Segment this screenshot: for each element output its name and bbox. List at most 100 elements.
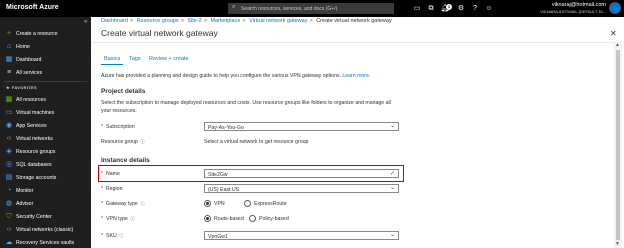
sidebar-item-advisor[interactable]: ◍ Advisor bbox=[0, 198, 91, 210]
breadcrumb-current: Create virtual network gateway bbox=[316, 18, 392, 24]
region-label: * Region bbox=[101, 186, 123, 192]
gauge-icon: ◔ bbox=[6, 187, 12, 194]
radio-label: ExpressRoute bbox=[254, 201, 287, 207]
resource-group-label-text: Resource group bbox=[101, 139, 138, 145]
collapse-sidebar-icon[interactable]: « bbox=[84, 19, 87, 25]
settings-icon[interactable]: ⚙ bbox=[456, 3, 466, 14]
notifications-icon[interactable]: 🔔︎ 1 bbox=[440, 3, 452, 14]
sku-label: * SKU ⓘ bbox=[101, 233, 124, 239]
portal-brand[interactable]: Microsoft Azure bbox=[6, 4, 59, 11]
sidebar-item-label: Create a resource bbox=[16, 31, 58, 37]
sidebar-item-dashboard[interactable]: ▦ Dashboard bbox=[0, 54, 91, 66]
sku-select[interactable]: VpnGw1 ⌄ bbox=[204, 231, 399, 240]
active-tab-indicator bbox=[101, 64, 123, 65]
sidebar: « + Create a resource ⌂ Home ▦ Dashboard… bbox=[0, 17, 91, 248]
help-icon[interactable]: ? bbox=[470, 3, 480, 14]
scroll-down-icon[interactable]: ▼ bbox=[615, 241, 620, 247]
sidebar-item-label: Virtual networks (classic) bbox=[16, 227, 74, 233]
sidebar-item-sql-databases[interactable]: ◎ SQL databases bbox=[0, 159, 91, 171]
sidebar-item-all-services[interactable]: ≡ All services bbox=[0, 67, 91, 79]
feedback-icon[interactable]: ☺ bbox=[484, 3, 494, 14]
region-select[interactable]: (US) East US ⌄ bbox=[204, 184, 399, 193]
checkmark-icon: ✓ bbox=[389, 171, 395, 177]
scrollbar-thumb[interactable] bbox=[616, 50, 620, 240]
name-value: Site2Gw bbox=[208, 171, 228, 178]
page-title: Create virtual network gateway bbox=[101, 28, 218, 38]
page-scrollbar[interactable]: ▲ ▼ bbox=[614, 42, 622, 248]
sidebar-item-home[interactable]: ⌂ Home bbox=[0, 41, 91, 53]
radio-label: VPN bbox=[214, 201, 225, 207]
user-email: viknaraj@hotmail.com bbox=[551, 2, 606, 8]
global-search[interactable]: ⌕ Search resources, services, and docs (… bbox=[228, 3, 394, 14]
top-bar: Microsoft Azure ⌕ Search resources, serv… bbox=[0, 0, 624, 17]
sidebar-item-label: Resource groups bbox=[16, 149, 56, 155]
breadcrumb-dashboard[interactable]: Dashboard bbox=[101, 18, 128, 24]
sidebar-item-label: App Services bbox=[16, 123, 47, 129]
close-icon[interactable]: ✕ bbox=[610, 29, 617, 38]
sidebar-item-virtual-networks[interactable]: ‹› Virtual networks bbox=[0, 133, 91, 145]
subscription-select[interactable]: Pay-As-You-Go ⌄ bbox=[204, 122, 399, 131]
sidebar-item-label: Virtual machines bbox=[16, 110, 55, 116]
sidebar-item-virtual-networks-classic[interactable]: ‹› Virtual networks (classic) bbox=[0, 224, 91, 236]
sidebar-item-label: Home bbox=[16, 44, 30, 50]
network-icon: ‹› bbox=[6, 226, 12, 233]
sidebar-item-label: All services bbox=[16, 70, 43, 76]
chevron-down-icon: ⌄ bbox=[389, 123, 395, 129]
cloud-shell-icon[interactable]: ▭ bbox=[412, 3, 422, 14]
sidebar-item-create-resource[interactable]: + Create a resource bbox=[0, 28, 91, 40]
search-placeholder: Search resources, services, and docs (G+… bbox=[241, 6, 338, 12]
sidebar-item-virtual-machines[interactable]: ▭ Virtual machines bbox=[0, 107, 91, 119]
shield-icon: ⛉ bbox=[6, 213, 12, 220]
info-icon: ⓘ bbox=[119, 233, 124, 238]
tab-tags[interactable]: Tags bbox=[129, 56, 141, 62]
home-icon: ⌂ bbox=[6, 43, 12, 50]
sidebar-item-monitor[interactable]: ◔ Monitor bbox=[0, 185, 91, 197]
sidebar-item-recovery-services-vaults[interactable]: ☁ Recovery Services vaults bbox=[0, 237, 91, 248]
chevron-down-icon: ⌄ bbox=[389, 185, 395, 191]
sidebar-item-security-center[interactable]: ⛉ Security Center bbox=[0, 211, 91, 223]
sidebar-item-label: Storage accounts bbox=[16, 175, 57, 181]
dashboard-icon: ▦ bbox=[5, 56, 13, 63]
name-label-text: Name bbox=[106, 171, 120, 177]
breadcrumb-site-2[interactable]: Site-2 bbox=[187, 18, 201, 24]
learn-more-link[interactable]: Learn more. bbox=[342, 73, 370, 79]
sidebar-item-app-services[interactable]: ◉ App Services bbox=[0, 120, 91, 132]
tab-review-create[interactable]: Review + create bbox=[149, 56, 189, 62]
gateway-type-label: * Gateway type ⓘ bbox=[101, 201, 145, 207]
subscription-value: Pay-As-You-Go bbox=[208, 124, 244, 131]
breadcrumb-marketplace[interactable]: Marketplace bbox=[210, 18, 240, 24]
grid-icon: ▩ bbox=[5, 96, 13, 103]
plus-icon: + bbox=[6, 30, 12, 37]
chevron-down-icon: ⌄ bbox=[389, 232, 395, 238]
info-icon: ⓘ bbox=[140, 201, 145, 206]
monitor-icon: ▭ bbox=[5, 109, 13, 116]
scroll-up-icon[interactable]: ▲ bbox=[615, 42, 620, 48]
gateway-type-label-text: Gateway type bbox=[106, 201, 138, 207]
project-details-description: Select the subscription to manage deploy… bbox=[101, 100, 391, 114]
radio-label: Route-based bbox=[214, 216, 244, 222]
sidebar-item-all-resources[interactable]: ▩ All resources bbox=[0, 94, 91, 106]
radio-dot bbox=[204, 200, 211, 207]
directory-filter-icon[interactable]: ⧉ bbox=[426, 3, 436, 14]
notification-badge: 1 bbox=[446, 4, 452, 10]
network-icon: ‹› bbox=[6, 135, 12, 142]
sidebar-item-label: Virtual networks bbox=[16, 136, 53, 142]
radio-dot bbox=[204, 215, 211, 222]
favorites-heading: ★ FAVORITES bbox=[6, 85, 37, 90]
sidebar-item-storage-accounts[interactable]: ▤ Storage accounts bbox=[0, 172, 91, 184]
sidebar-item-label: Dashboard bbox=[16, 57, 42, 63]
intro-message: Azure has provided a planning and design… bbox=[101, 73, 341, 79]
resource-group-label: Resource group ⓘ bbox=[101, 139, 145, 145]
radio-dot bbox=[249, 215, 256, 222]
sidebar-item-resource-groups[interactable]: ◈ Resource groups bbox=[0, 146, 91, 158]
account-menu[interactable]: viknaraj@hotmail.com VIKNARAJHOTMAIL (DE… bbox=[540, 2, 606, 14]
name-label: * Name bbox=[101, 171, 120, 177]
avatar[interactable] bbox=[609, 2, 621, 14]
search-icon: ⌕ bbox=[232, 4, 236, 10]
breadcrumb-virtual-network-gateway[interactable]: Virtual network gateway bbox=[249, 18, 307, 24]
breadcrumb-resource-groups[interactable]: Resource groups bbox=[137, 18, 179, 24]
name-field[interactable]: Site2Gw ✓ bbox=[204, 169, 399, 178]
sku-label-text: SKU bbox=[106, 233, 117, 239]
tab-basics[interactable]: Basics bbox=[104, 56, 120, 62]
storage-icon: ▤ bbox=[5, 174, 13, 181]
